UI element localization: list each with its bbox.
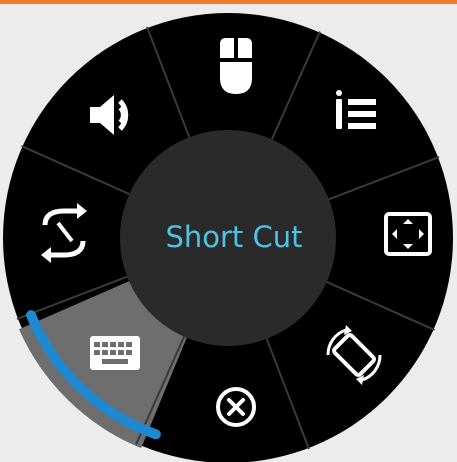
keyboard-icon[interactable] — [90, 336, 140, 370]
shortcut-wheel: Short Cut — [3, 13, 453, 462]
center-label: Short Cut — [165, 220, 302, 254]
shortcut-wheel-container: Short Cut — [0, 0, 457, 462]
